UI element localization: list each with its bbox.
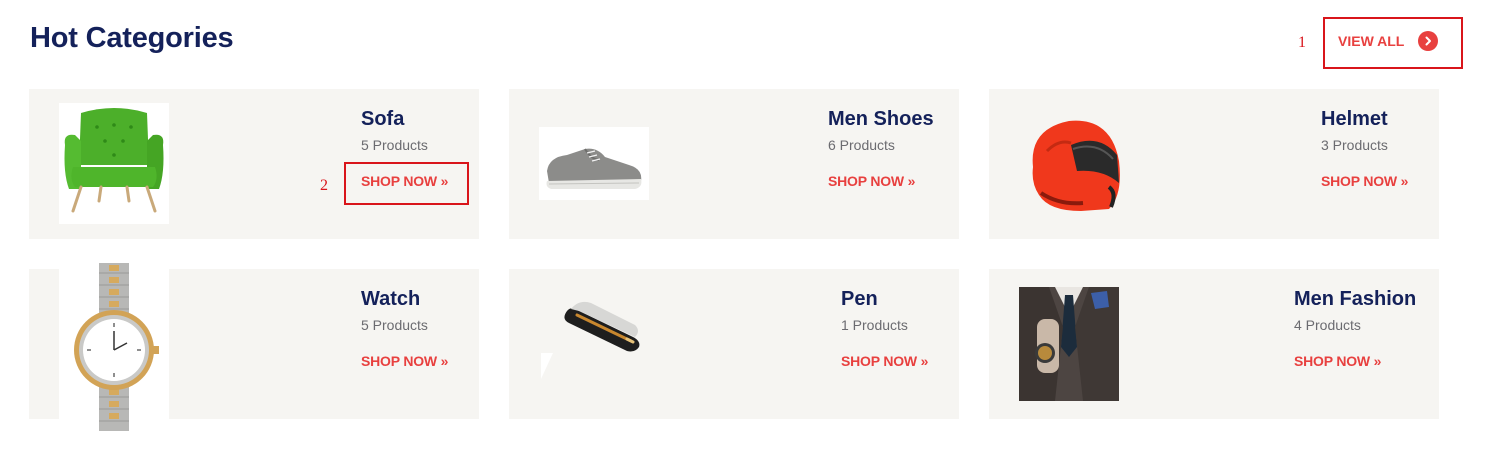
category-product-count: 1 Products bbox=[841, 317, 908, 333]
category-name: Men Shoes bbox=[828, 108, 934, 130]
shop-now-link[interactable]: SHOP NOW » bbox=[1294, 353, 1381, 369]
category-product-count: 4 Products bbox=[1294, 317, 1361, 333]
men-fashion-image bbox=[1019, 287, 1119, 401]
sofa-image bbox=[59, 103, 169, 224]
helmet-image bbox=[1019, 103, 1129, 224]
annotation-number-1: 1 bbox=[1298, 34, 1306, 51]
category-name: Sofa bbox=[361, 108, 405, 130]
pen-image bbox=[539, 289, 649, 384]
category-card-men-fashion: Men Fashion 4 Products SHOP NOW » bbox=[989, 269, 1439, 419]
shop-now-link[interactable]: SHOP NOW » bbox=[361, 353, 448, 369]
category-product-count: 5 Products bbox=[361, 317, 428, 333]
category-card-pen: Pen 1 Products SHOP NOW » bbox=[509, 269, 959, 419]
men-shoes-image bbox=[539, 127, 649, 200]
category-name: Pen bbox=[841, 288, 878, 310]
shop-now-link[interactable]: SHOP NOW » bbox=[841, 353, 928, 369]
section-title: Hot Categories bbox=[30, 22, 234, 54]
category-name: Men Fashion bbox=[1294, 288, 1417, 310]
shop-now-link[interactable]: SHOP NOW » bbox=[1321, 173, 1408, 189]
annotation-number-2: 2 bbox=[320, 177, 328, 194]
category-product-count: 5 Products bbox=[361, 137, 428, 153]
category-name: Helmet bbox=[1321, 108, 1388, 130]
category-product-count: 3 Products bbox=[1321, 137, 1388, 153]
category-product-count: 6 Products bbox=[828, 137, 895, 153]
category-card-men-shoes: Men Shoes 6 Products SHOP NOW » bbox=[509, 89, 959, 239]
annotation-box-2 bbox=[344, 162, 469, 205]
watch-image bbox=[59, 263, 169, 435]
category-name: Watch bbox=[361, 288, 421, 310]
shop-now-link[interactable]: SHOP NOW » bbox=[828, 173, 915, 189]
annotation-box-1 bbox=[1323, 17, 1463, 69]
category-card-helmet: Helmet 3 Products SHOP NOW » bbox=[989, 89, 1439, 239]
category-card-watch: Watch 5 Products SHOP NOW » bbox=[29, 263, 479, 435]
